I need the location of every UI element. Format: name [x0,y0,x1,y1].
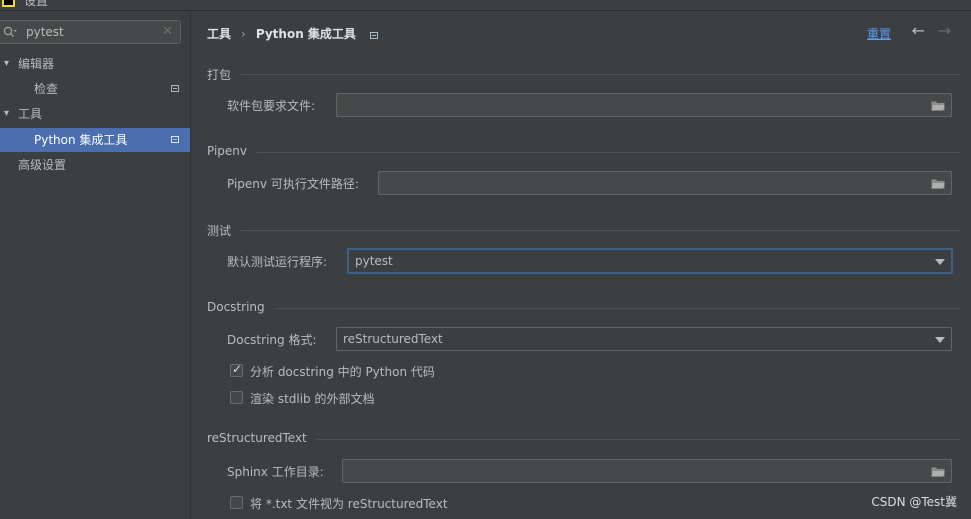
breadcrumb-parent[interactable]: 工具 [207,27,231,41]
section-title: Pipenv [207,144,258,158]
requirements-file-field[interactable] [336,93,952,117]
reset-link[interactable]: 重置 [867,25,891,42]
section-pipenv: Pipenv [207,144,971,160]
sidebar-item-advanced-settings[interactable]: 高级设置 [0,153,190,177]
section-title: Docstring [207,300,275,314]
title-bar: 设置 [0,0,971,11]
sidebar-item-inspections[interactable]: 检查 [0,77,190,101]
checkbox-box[interactable] [230,391,243,404]
sidebar-item-label: 工具 [18,107,43,121]
project-settings-icon [171,85,179,92]
docstring-format-label: Docstring 格式: [227,333,317,347]
docstring-format-select[interactable]: reStructuredText [336,327,952,351]
sidebar-item-label: 高级设置 [18,158,67,172]
folder-icon[interactable] [931,178,945,189]
section-divider [207,308,960,309]
settings-sidebar: pytest ✕ ▾ 编辑器 检查 ▾ 工具 Python 集成工具 高级设置 [0,11,191,519]
search-icon [3,26,17,37]
breadcrumb: 工具 › Python 集成工具 [207,25,378,42]
search-input[interactable]: pytest [26,25,64,39]
folder-icon[interactable] [931,100,945,111]
sidebar-item-python-integrated-tools[interactable]: Python 集成工具 [0,128,190,152]
checkbox-box[interactable] [230,496,243,509]
requirements-label: 软件包要求文件: [227,99,316,113]
analyze-docstring-label[interactable]: 分析 docstring 中的 Python 代码 [250,363,435,380]
page-title: Python 集成工具 [255,27,356,41]
pipenv-path-field[interactable] [378,171,952,195]
sidebar-item-tools[interactable]: ▾ 工具 [0,102,190,126]
close-icon[interactable]: ✕ [162,24,173,39]
section-packaging: 打包 [207,66,971,83]
watermark: CSDN @Test冀 [871,495,957,509]
arrow-left-icon[interactable]: ← [912,21,925,40]
project-settings-icon [171,136,179,143]
checkbox-box[interactable]: ✓ [230,362,243,377]
treat-txt-as-rest-label[interactable]: 将 *.txt 文件视为 reStructuredText [250,495,448,512]
app-logo-icon [2,0,15,7]
sidebar-item-label: 编辑器 [18,57,55,71]
default-test-runner-value: pytest [355,254,393,268]
default-test-runner-select[interactable]: pytest [347,248,953,274]
section-divider [207,152,960,153]
project-settings-icon [369,32,378,39]
section-title: 测试 [207,222,242,239]
search-field[interactable]: pytest ✕ [0,20,181,44]
section-title: reStructuredText [207,431,317,445]
default-test-runner-label: 默认测试运行程序: [227,255,328,269]
folder-icon[interactable] [931,466,945,477]
chevron-down-icon[interactable]: ▾ [4,52,16,76]
docstring-format-value: reStructuredText [343,332,443,346]
section-divider [207,74,960,75]
chevron-down-icon[interactable]: ▾ [4,102,16,126]
pipenv-path-label: Pipenv 可执行文件路径: [227,177,359,191]
breadcrumb-separator: › [241,27,246,41]
sidebar-item-label: 检查 [34,82,59,96]
window-title: 设置 [24,0,49,8]
arrow-right-icon[interactable]: → [938,21,951,40]
section-restructuredtext: reStructuredText [207,431,971,447]
chevron-down-icon[interactable] [935,259,945,265]
section-testing: 测试 [207,222,971,239]
chevron-down-icon[interactable] [935,337,945,343]
settings-panel: 工具 › Python 集成工具 重置 ← → 打包 软件包要求文件: Pipenv… [191,11,971,519]
section-title: 打包 [207,66,242,83]
section-divider [207,439,960,440]
checkmark-icon: ✓ [232,362,243,376]
section-docstring: Docstring [207,300,971,316]
sidebar-item-editor[interactable]: ▾ 编辑器 [0,52,190,76]
render-stdlib-docs-label[interactable]: 渲染 stdlib 的外部文档 [250,390,375,407]
section-divider [207,230,960,231]
sphinx-dir-label: Sphinx 工作目录: [227,465,324,479]
sidebar-item-label: Python 集成工具 [34,133,128,147]
sphinx-working-dir-field[interactable] [342,459,952,483]
